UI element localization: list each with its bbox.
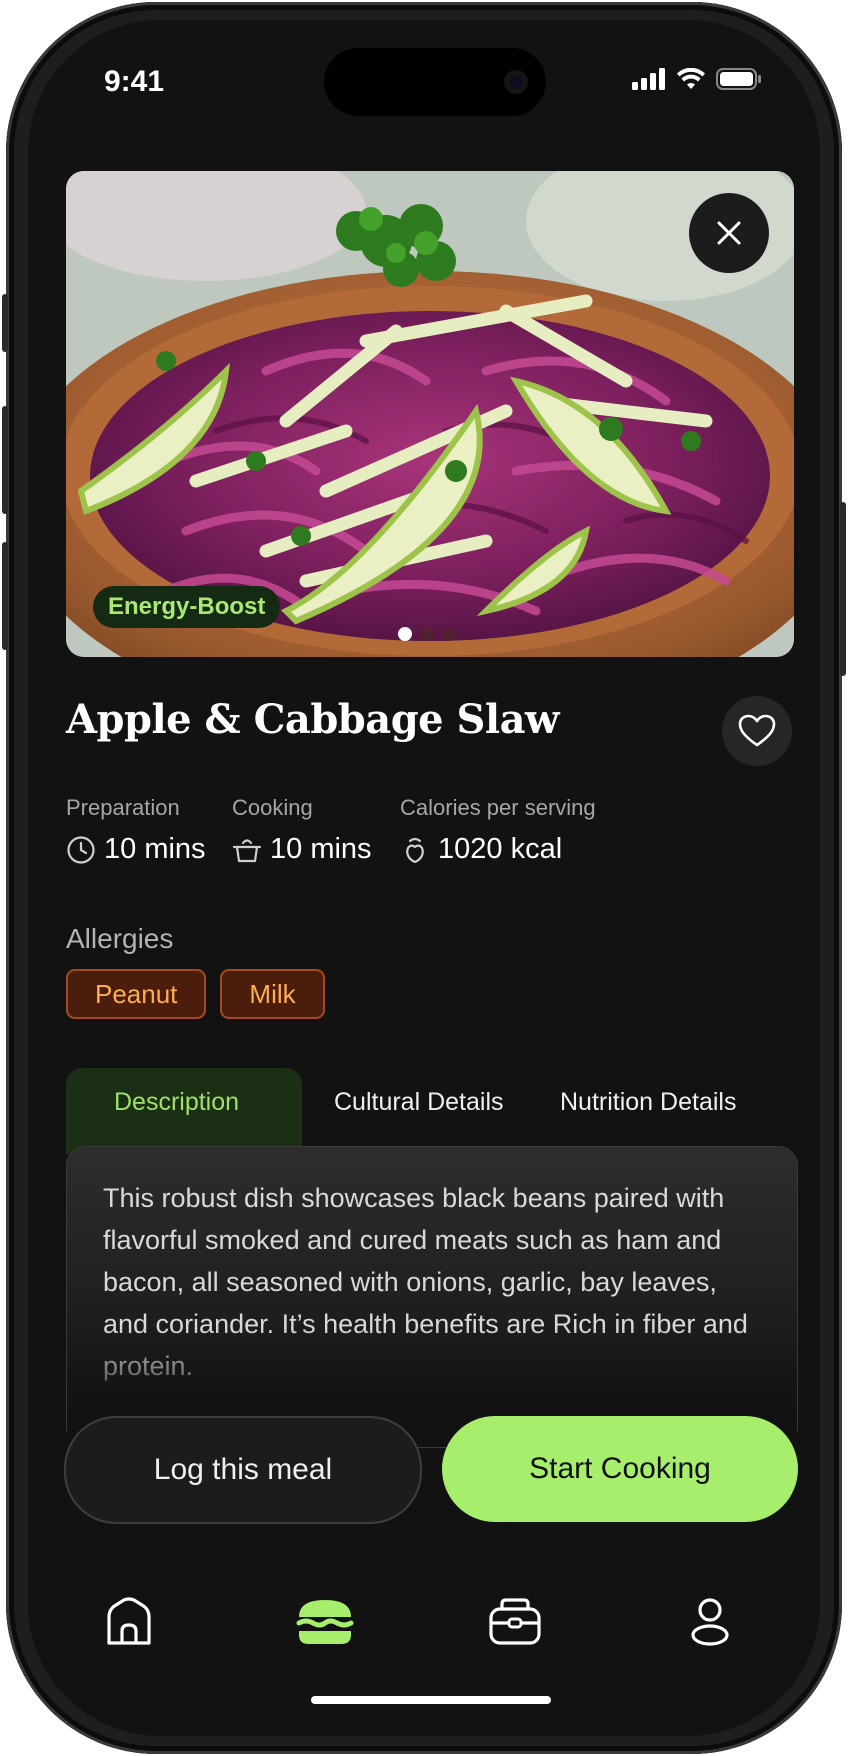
salad-illustration xyxy=(66,171,794,657)
nav-profile[interactable] xyxy=(690,1597,730,1652)
nav-meals[interactable] xyxy=(296,1597,354,1652)
stat-value-row: 10 mins xyxy=(232,833,372,866)
allergy-chip-milk: Milk xyxy=(220,969,325,1019)
stat-calories: Calories per serving 1020 kcal xyxy=(400,795,596,866)
calorie-icon xyxy=(406,837,424,863)
volume-down-button xyxy=(2,542,8,650)
pot-icon xyxy=(232,838,262,862)
status-icons xyxy=(632,68,762,90)
close-button[interactable] xyxy=(689,193,769,273)
home-icon xyxy=(107,1597,151,1645)
camera-icon xyxy=(504,70,528,94)
energy-tag: Energy-Boost xyxy=(93,586,281,628)
stat-preparation: Preparation 10 mins xyxy=(66,795,206,866)
carousel-dot-2[interactable] xyxy=(420,627,434,641)
stat-label: Preparation xyxy=(66,795,180,820)
description-card: This robust dish showcases black beans p… xyxy=(66,1146,798,1448)
lunchbox-icon xyxy=(489,1598,541,1645)
start-cooking-button[interactable]: Start Cooking xyxy=(442,1416,798,1522)
wifi-icon xyxy=(677,68,705,89)
battery-icon xyxy=(716,68,761,90)
signal-icon xyxy=(632,68,665,90)
favorite-button[interactable] xyxy=(722,696,792,766)
log-meal-button[interactable]: Log this meal xyxy=(64,1416,422,1524)
close-icon xyxy=(717,221,741,245)
stat-value: 10 mins xyxy=(270,833,372,865)
stat-cooking: Cooking 10 mins xyxy=(232,795,372,866)
power-button xyxy=(840,502,846,676)
nav-lunchbox[interactable] xyxy=(488,1597,542,1652)
dynamic-island xyxy=(324,48,546,116)
stat-value: 10 mins xyxy=(104,833,206,865)
nav-home[interactable] xyxy=(104,1597,154,1652)
stat-value-row: 10 mins xyxy=(66,833,206,866)
phone-frame: 9:41 Energy-Boost Apple & Cabbage Slaw P… xyxy=(2,2,846,1754)
screen: 9:41 Energy-Boost Apple & Cabbage Slaw P… xyxy=(28,20,820,1736)
stat-value-row: 1020 kcal xyxy=(400,833,596,866)
allergy-chip-peanut: Peanut xyxy=(66,969,207,1019)
home-indicator[interactable] xyxy=(311,1696,551,1704)
carousel-dot-3[interactable] xyxy=(442,627,456,641)
heart-icon xyxy=(738,714,776,747)
allergy-chips: Peanut Milk xyxy=(66,969,325,1019)
action-button xyxy=(2,294,8,352)
carousel-dot-1[interactable] xyxy=(398,627,412,641)
recipe-hero-image: Energy-Boost xyxy=(66,171,794,657)
tab-nutrition-details[interactable]: Nutrition Details xyxy=(560,1088,736,1117)
profile-icon xyxy=(691,1598,729,1646)
clock-icon xyxy=(67,835,95,864)
burger-icon xyxy=(296,1600,354,1644)
stat-label: Cooking xyxy=(232,795,313,820)
carousel-dots[interactable] xyxy=(398,627,456,641)
allergies-label: Allergies xyxy=(66,923,174,954)
tab-cultural-details[interactable]: Cultural Details xyxy=(334,1088,504,1117)
status-time: 9:41 xyxy=(104,65,165,98)
stat-label: Calories per serving xyxy=(400,795,596,820)
tab-description[interactable]: Description xyxy=(114,1088,239,1117)
stat-value: 1020 kcal xyxy=(438,833,563,865)
volume-up-button xyxy=(2,406,8,514)
recipe-title: Apple & Cabbage Slaw xyxy=(66,696,559,743)
